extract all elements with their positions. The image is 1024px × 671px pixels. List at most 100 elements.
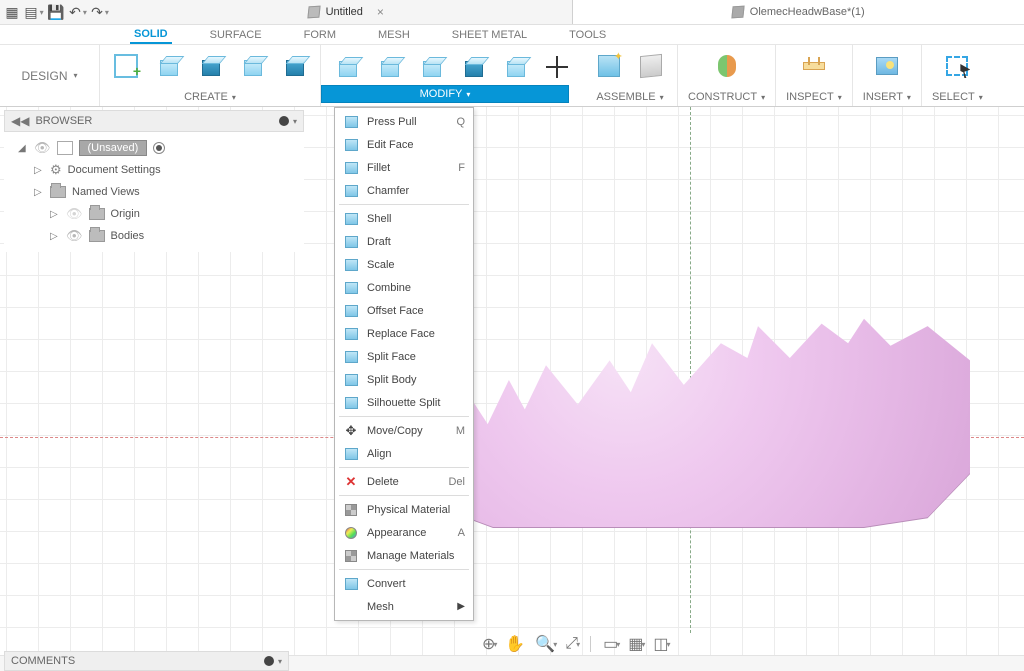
menu-item-label: Chamfer <box>367 185 465 197</box>
move-icon[interactable] <box>541 51 573 83</box>
menu-item-draft[interactable]: Draft <box>337 230 471 253</box>
menu-separator <box>339 467 469 468</box>
browser-settings-icon[interactable] <box>279 116 289 126</box>
menu-item-convert[interactable]: Convert <box>337 572 471 595</box>
shell-icon[interactable] <box>415 51 447 83</box>
close-tab-icon[interactable]: × <box>377 5 384 19</box>
combine-icon[interactable] <box>457 51 489 83</box>
collapse-icon[interactable]: ◀◀ <box>11 114 29 128</box>
expand-toggle-icon[interactable]: ▷ <box>50 231 60 242</box>
grid-settings-icon[interactable]: ▦▾ <box>628 634 643 654</box>
create-dropdown[interactable]: CREATE▾ <box>184 88 236 106</box>
tab-solid[interactable]: SOLID <box>130 25 172 44</box>
construct-dropdown[interactable]: CONSTRUCT▾ <box>688 88 765 106</box>
tree-item-document-settings[interactable]: ▷ ⚙ Document Settings <box>4 159 304 181</box>
chevron-down-icon[interactable]: ▾ <box>278 657 282 666</box>
zoom-tool-icon[interactable]: 🔍▾ <box>535 634 555 654</box>
tab-mesh[interactable]: MESH <box>374 25 414 44</box>
sketch-icon[interactable] <box>110 50 142 82</box>
cube-icon <box>343 351 359 363</box>
new-file-icon[interactable]: ▤▾ <box>26 4 42 20</box>
menu-item-label: Fillet <box>367 162 437 174</box>
browser-header[interactable]: ◀◀ BROWSER ▾ <box>4 110 304 132</box>
tree-root[interactable]: ◢ 👁 (Unsaved) <box>4 137 304 159</box>
menu-item-split-face[interactable]: Split Face <box>337 345 471 368</box>
extrude-icon[interactable] <box>152 50 184 82</box>
tree-item-named-views[interactable]: ▷ Named Views <box>4 181 304 203</box>
separator <box>590 636 591 652</box>
select-icon[interactable] <box>941 50 973 82</box>
insert-dropdown[interactable]: INSERT▾ <box>863 88 911 106</box>
menu-item-edit-face[interactable]: Edit Face <box>337 133 471 156</box>
menu-item-physical-material[interactable]: Physical Material <box>337 498 471 521</box>
pan-tool-icon[interactable]: ✋ <box>505 634 525 654</box>
menu-item-chamfer[interactable]: Chamfer <box>337 179 471 202</box>
menu-item-shell[interactable]: Shell <box>337 207 471 230</box>
sweep-icon[interactable] <box>236 50 268 82</box>
menu-item-manage-materials[interactable]: Manage Materials <box>337 544 471 567</box>
tab-sheet-metal[interactable]: SHEET METAL <box>448 25 531 44</box>
tab-surface[interactable]: SURFACE <box>206 25 266 44</box>
activate-radio[interactable] <box>153 142 165 154</box>
joint-icon[interactable] <box>593 50 625 82</box>
assemble-dropdown[interactable]: ASSEMBLE▾ <box>596 88 663 106</box>
press-pull-icon[interactable] <box>331 51 363 83</box>
insert-icon[interactable] <box>871 50 903 82</box>
tree-item-origin[interactable]: ▷ 👁 Origin <box>4 203 304 225</box>
browser-title: BROWSER <box>35 115 92 127</box>
expand-toggle-icon[interactable]: ▷ <box>34 187 44 198</box>
collapse-toggle-icon[interactable]: ◢ <box>18 143 28 154</box>
tab-form[interactable]: FORM <box>300 25 340 44</box>
save-icon[interactable]: 💾 <box>48 4 64 20</box>
visibility-icon[interactable]: 👁 <box>66 206 83 222</box>
menu-item-replace-face[interactable]: Replace Face <box>337 322 471 345</box>
visibility-icon[interactable]: 👁 <box>66 228 83 244</box>
undo-icon[interactable]: ↶▾ <box>70 4 86 20</box>
document-tab-title: Untitled <box>326 6 363 18</box>
split-icon[interactable] <box>499 51 531 83</box>
menu-item-align[interactable]: Align <box>337 442 471 465</box>
revolve-icon[interactable] <box>194 50 226 82</box>
display-settings-icon[interactable]: ▭▾ <box>603 634 618 654</box>
tab-tools[interactable]: TOOLS <box>565 25 610 44</box>
construct-icon[interactable] <box>711 50 743 82</box>
model-body[interactable] <box>440 282 970 527</box>
expand-toggle-icon[interactable]: ▷ <box>34 165 44 176</box>
inspect-dropdown[interactable]: INSPECT▾ <box>786 88 842 106</box>
expand-toggle-icon[interactable]: ▷ <box>50 209 60 220</box>
as-built-joint-icon[interactable] <box>635 50 667 82</box>
menu-item-appearance[interactable]: AppearanceA <box>337 521 471 544</box>
menu-item-combine[interactable]: Combine <box>337 276 471 299</box>
redo-icon[interactable]: ↷▾ <box>92 4 108 20</box>
loft-icon[interactable] <box>278 50 310 82</box>
menu-item-fillet[interactable]: FilletF <box>337 156 471 179</box>
ribbon-group-assemble: ASSEMBLE▾ <box>583 45 678 106</box>
document-tab-untitled[interactable]: Untitled × <box>120 0 573 24</box>
menu-item-split-body[interactable]: Split Body <box>337 368 471 391</box>
browser-panel: ◀◀ BROWSER ▾ ◢ 👁 (Unsaved) ▷ ⚙ Document … <box>4 110 304 252</box>
menu-item-press-pull[interactable]: Press PullQ <box>337 110 471 133</box>
menu-item-scale[interactable]: Scale <box>337 253 471 276</box>
select-dropdown[interactable]: SELECT▾ <box>932 88 983 106</box>
menu-item-offset-face[interactable]: Offset Face <box>337 299 471 322</box>
inspect-icon[interactable] <box>798 50 830 82</box>
visibility-icon[interactable]: 👁 <box>34 140 51 156</box>
fit-tool-icon[interactable]: ⤢▾ <box>565 635 578 653</box>
document-tab-olemec[interactable]: OlemecHeadwBase*(1) <box>573 0 1024 24</box>
fillet-icon[interactable] <box>373 51 405 83</box>
menu-item-silhouette-split[interactable]: Silhouette Split <box>337 391 471 414</box>
menu-item-mesh[interactable]: Mesh▶ <box>337 595 471 618</box>
viewport-settings-icon[interactable]: ◫▾ <box>653 634 668 654</box>
apps-grid-icon[interactable]: ▦ <box>4 4 20 20</box>
ribbon-group-create: CREATE▾ <box>100 45 321 106</box>
tree-item-bodies[interactable]: ▷ 👁 Bodies <box>4 225 304 247</box>
comments-settings-icon[interactable] <box>264 656 274 666</box>
menu-item-delete[interactable]: ✕DeleteDel <box>337 470 471 493</box>
comments-bar[interactable]: COMMENTS ▾ <box>4 651 289 671</box>
menu-item-label: Combine <box>367 282 465 294</box>
modify-dropdown[interactable]: MODIFY▾ <box>321 85 569 103</box>
design-dropdown[interactable]: DESIGN ▾ <box>0 45 100 106</box>
orbit-tool-icon[interactable]: ⊕▾ <box>482 634 495 654</box>
chevron-down-icon[interactable]: ▾ <box>293 117 297 126</box>
menu-item-move-copy[interactable]: ✥Move/CopyM <box>337 419 471 442</box>
